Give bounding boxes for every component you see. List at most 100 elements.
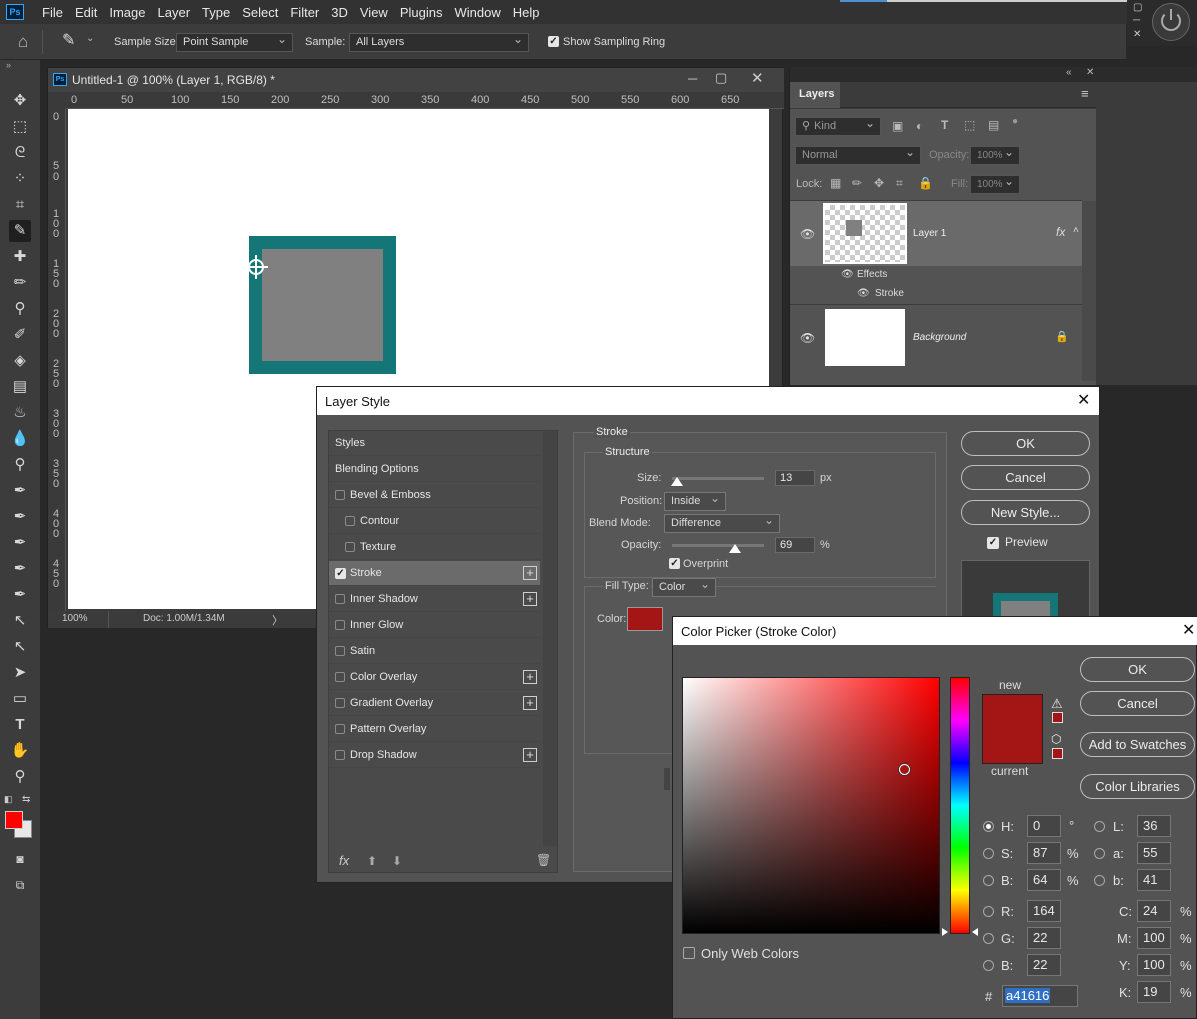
size-slider-thumb[interactable]: [670, 477, 683, 486]
style-checkbox[interactable]: [335, 750, 345, 760]
move-up-icon[interactable]: ⬆: [367, 854, 377, 868]
style-item-pattern-overlay[interactable]: Pattern Overlay: [329, 717, 540, 742]
effects-row[interactable]: 👁 Effects: [790, 266, 1082, 285]
doc-close-icon[interactable]: ✕: [751, 69, 764, 87]
doc-restore-icon[interactable]: ▢: [715, 70, 727, 86]
lock-artboard-icon[interactable]: ⌗: [896, 176, 903, 191]
add-effect-plus-icon[interactable]: +: [523, 566, 537, 580]
color-picker-close-icon[interactable]: ✕: [1182, 620, 1195, 640]
close-panel-icon[interactable]: ✕: [1086, 67, 1094, 78]
filter-kind-select[interactable]: ⚲ Kind: [795, 115, 881, 136]
tab-layers[interactable]: Layers: [790, 82, 840, 108]
style-item-stroke[interactable]: ✓ Stroke +: [329, 561, 540, 586]
style-checkbox[interactable]: [345, 542, 355, 552]
gradient-tool-icon[interactable]: ▤: [9, 376, 31, 398]
radio-b[interactable]: [983, 875, 994, 886]
sample-size-select[interactable]: Point Sample: [176, 31, 293, 52]
cancel-button[interactable]: Cancel: [961, 465, 1090, 490]
move-down-icon[interactable]: ⬇: [392, 854, 402, 868]
style-item-color-overlay[interactable]: Color Overlay +: [329, 665, 540, 690]
layer-row-background[interactable]: 👁 Background 🔒: [790, 305, 1082, 370]
add-effect-plus-icon[interactable]: +: [523, 592, 537, 606]
preview-checkbox[interactable]: ✓: [987, 537, 999, 549]
crop-tool-icon[interactable]: ⌗: [9, 194, 31, 216]
style-item-blending-options[interactable]: Blending Options: [329, 457, 540, 482]
menu-layer[interactable]: Layer: [152, 5, 197, 20]
chevron-down-icon[interactable]: ⌄: [86, 33, 94, 44]
eraser-tool-icon[interactable]: ◈: [9, 350, 31, 372]
delete-effect-icon[interactable]: 🗑: [536, 853, 551, 867]
clone-stamp-tool-icon[interactable]: ⚲: [9, 298, 31, 320]
style-item-satin[interactable]: Satin: [329, 639, 540, 664]
shape-tool-icon[interactable]: ▭: [9, 688, 31, 710]
layers-scrollbar[interactable]: [1082, 201, 1096, 381]
new-style-button[interactable]: New Style...: [961, 500, 1090, 525]
close-icon[interactable]: ✕: [1133, 30, 1143, 40]
style-checkbox[interactable]: [335, 490, 345, 500]
screen-mode-icon[interactable]: ⧉: [9, 874, 31, 896]
web-safe-color-swatch[interactable]: [1052, 748, 1063, 759]
adjustment-filter-icon[interactable]: ◐: [916, 119, 923, 133]
menu-image[interactable]: Image: [103, 5, 151, 20]
radio-s[interactable]: [983, 848, 994, 859]
layer1-name[interactable]: Layer 1: [913, 228, 946, 239]
style-checkbox[interactable]: [335, 724, 345, 734]
add-effect-plus-icon[interactable]: +: [523, 670, 537, 684]
hex-field[interactable]: a41616: [1002, 985, 1078, 1007]
menu-edit[interactable]: Edit: [69, 5, 103, 20]
position-select[interactable]: Inside: [664, 490, 726, 511]
anchor-convert-tool-icon[interactable]: ✒: [9, 584, 31, 606]
m-field[interactable]: 100: [1137, 927, 1171, 949]
filter-toggle-icon[interactable]: ●: [1012, 116, 1018, 127]
ok-button[interactable]: OK: [961, 431, 1090, 456]
healing-brush-tool-icon[interactable]: ✚: [9, 246, 31, 268]
eyedropper-icon[interactable]: ✎: [62, 30, 75, 50]
color-field[interactable]: [682, 677, 940, 934]
a-field[interactable]: 55: [1137, 842, 1171, 864]
lock-position-icon[interactable]: ✥: [874, 176, 884, 190]
opacity-slider-thumb[interactable]: [729, 544, 742, 553]
blue-field[interactable]: 22: [1027, 954, 1061, 976]
history-brush-tool-icon[interactable]: ✐: [9, 324, 31, 346]
color-picker-titlebar[interactable]: Color Picker (Stroke Color) ✕: [673, 617, 1197, 645]
style-item-inner-shadow[interactable]: Inner Shadow +: [329, 587, 540, 612]
lock-paint-icon[interactable]: ✏: [852, 176, 862, 190]
only-web-colors-checkbox[interactable]: [683, 947, 695, 959]
document-tab[interactable]: Ps Untitled-1 @ 100% (Layer 1, RGB/8) * …: [48, 68, 784, 92]
style-checkbox[interactable]: [335, 646, 345, 656]
style-checkbox[interactable]: [335, 594, 345, 604]
s-field[interactable]: 87: [1027, 842, 1061, 864]
vertical-ruler[interactable]: 0 50 100 150 200 250 300 350 400 450: [48, 109, 66, 611]
stroke-eye-icon[interactable]: 👁: [857, 288, 870, 299]
fx-icon[interactable]: fx: [1056, 225, 1065, 239]
marquee-tool-icon[interactable]: ⬚: [9, 116, 31, 138]
radio-a[interactable]: [1094, 848, 1105, 859]
size-slider[interactable]: [670, 477, 764, 486]
type-tool-icon[interactable]: T: [9, 714, 31, 736]
radio-r[interactable]: [983, 906, 994, 917]
style-item-texture[interactable]: Texture: [329, 535, 540, 560]
out-of-gamut-warning-icon[interactable]: ⚠: [1051, 696, 1063, 712]
web-safe-cube-icon[interactable]: ⬡: [1051, 732, 1061, 746]
radio-lab-b[interactable]: [1094, 875, 1105, 886]
move-tool-icon[interactable]: ✥: [9, 90, 31, 112]
style-item-styles[interactable]: Styles: [329, 431, 540, 456]
blur-tool-icon[interactable]: ♨: [9, 402, 31, 424]
lasso-tool-icon[interactable]: ᘓ: [9, 142, 31, 164]
layer-style-titlebar[interactable]: Layer Style ✕: [317, 387, 1099, 415]
eyedropper-tool-icon[interactable]: ✎: [9, 220, 31, 242]
add-effect-plus-icon[interactable]: +: [523, 696, 537, 710]
menu-select[interactable]: Select: [236, 5, 284, 20]
opacity-field[interactable]: 100%: [970, 144, 1020, 165]
show-sampling-ring-checkbox[interactable]: ✓: [548, 36, 559, 47]
hue-slider-left-arrow[interactable]: [942, 928, 948, 936]
dodge-tool-icon[interactable]: ⚲: [9, 454, 31, 476]
foreground-color-swatch[interactable]: [5, 811, 23, 829]
path-select-tool-icon[interactable]: ↖: [9, 610, 31, 632]
blend-mode-select[interactable]: Normal: [795, 144, 921, 165]
k-field[interactable]: 19: [1137, 981, 1171, 1003]
l-field[interactable]: 36: [1137, 815, 1171, 837]
style-checkbox[interactable]: [335, 620, 345, 630]
type-filter-icon[interactable]: T: [941, 118, 948, 132]
menu-plugins[interactable]: Plugins: [394, 5, 449, 20]
